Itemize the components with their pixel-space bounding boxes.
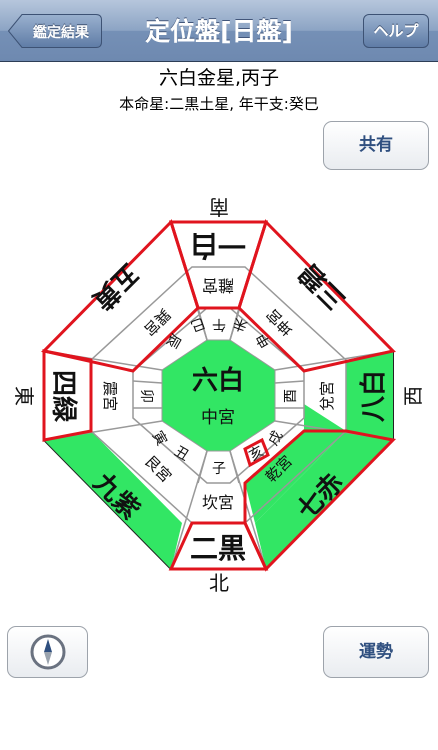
fortune-button[interactable]: 運勢: [323, 626, 429, 678]
west-star: 八白: [358, 370, 389, 422]
branch-w-mid: 酉: [283, 389, 299, 403]
direction-west: 西: [401, 386, 425, 406]
east-star: 四緑: [48, 370, 79, 423]
north-palace: 坎宮: [202, 493, 234, 512]
east-palace: 震宮: [101, 381, 119, 411]
direction-south: 南: [209, 195, 229, 219]
compass-button[interactable]: [7, 626, 88, 678]
branch-n-mid: 子: [212, 461, 226, 477]
north-star: 二黒: [190, 532, 246, 565]
center-star: 六白: [192, 365, 244, 396]
compass-icon: [30, 634, 66, 670]
south-palace: 離宮: [202, 276, 234, 295]
west-palace: 兌宮: [318, 381, 336, 411]
direction-north: 北: [209, 571, 229, 595]
center-palace: 中宮: [201, 408, 235, 428]
south-star: 一白: [190, 229, 246, 262]
branch-s-mid: 午: [212, 316, 226, 332]
direction-east: 東: [12, 386, 36, 406]
branch-e-mid: 卯: [138, 389, 154, 403]
